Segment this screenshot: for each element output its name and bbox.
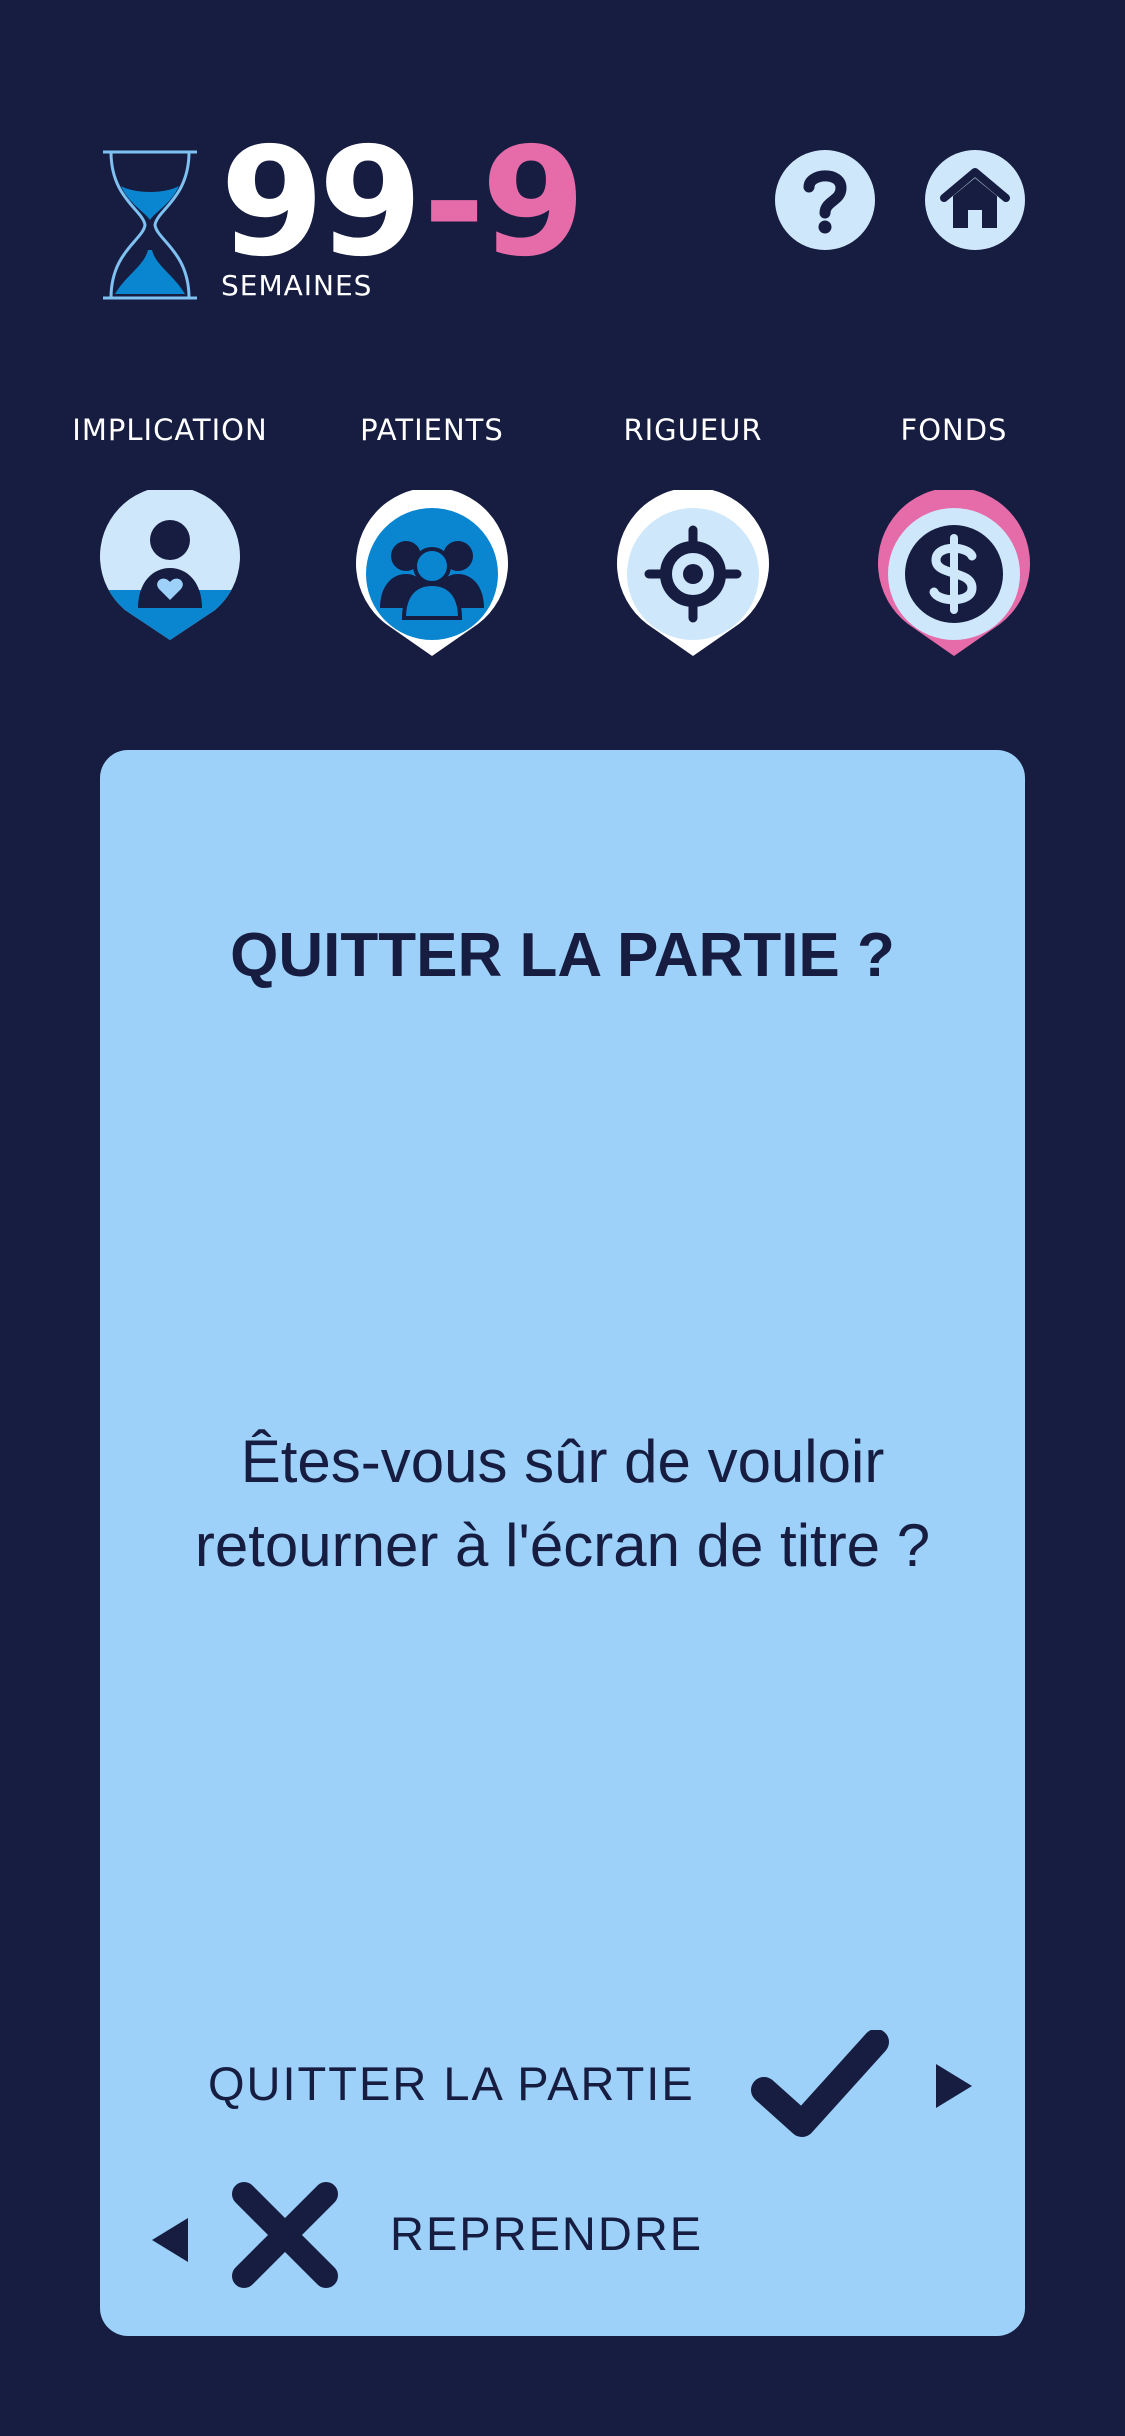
stat-label: IMPLICATION	[72, 413, 268, 447]
dialog-title: QUITTER LA PARTIE ?	[230, 921, 895, 990]
dialog-message: Êtes-vous sûr de vouloir retourner à l'é…	[194, 1428, 931, 1579]
question-icon	[803, 170, 847, 234]
arrow-right-icon[interactable]	[934, 2062, 974, 2110]
quit-dialog: QUITTER LA PARTIE ? Êtes-vous sûr de vou…	[100, 750, 1025, 2336]
weeks-label: SEMAINES	[221, 269, 373, 302]
stat-implication: IMPLICATION	[40, 400, 300, 670]
resume-button[interactable]: REPRENDRE	[390, 2210, 703, 2257]
stat-label: RIGUEUR	[623, 413, 763, 447]
target-icon	[617, 490, 769, 656]
stat-patients: PATIENTS	[302, 400, 562, 670]
home-icon	[940, 168, 1010, 228]
group-icon	[356, 490, 508, 656]
close-icon[interactable]	[230, 2180, 340, 2290]
game-screen: 99 -9 SEMAINES IMPLICATION PATIENTS RIGU…	[0, 0, 1125, 2436]
stat-label: PATIENTS	[360, 413, 504, 447]
stat-rigueur: RIGUEUR	[563, 400, 823, 670]
home-button[interactable]	[925, 150, 1025, 250]
dollar-icon	[878, 490, 1030, 656]
quit-button[interactable]: QUITTER LA PARTIE	[208, 2060, 695, 2107]
stat-label: FONDS	[900, 413, 1008, 447]
weeks-delta: -9	[423, 116, 586, 290]
hourglass-icon	[103, 150, 197, 300]
arrow-left-icon[interactable]	[150, 2216, 190, 2264]
checkmark-icon[interactable]	[750, 2030, 890, 2140]
stat-fonds: FONDS	[824, 400, 1084, 670]
help-button[interactable]	[775, 150, 875, 250]
weeks-remaining: 99	[220, 116, 423, 290]
person-heart-icon	[99, 490, 240, 641]
